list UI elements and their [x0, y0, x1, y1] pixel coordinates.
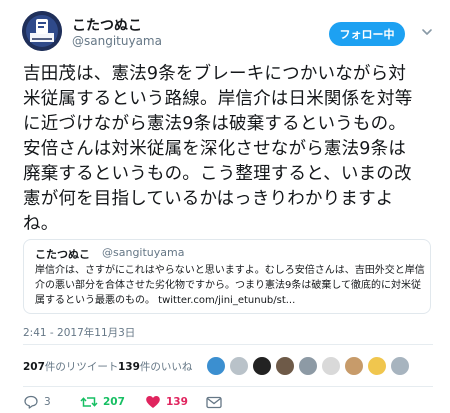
mail-icon	[205, 394, 223, 410]
direct-message-button[interactable]	[205, 393, 223, 411]
liker-avatar[interactable]	[252, 356, 272, 376]
reply-count: 3	[44, 396, 51, 408]
quoted-tweet[interactable]: こたつぬこ @sangituyama 岸信介は、さすがにこれはやらないと思います…	[23, 239, 431, 314]
retweet-stat[interactable]: 207件のリツイート	[23, 359, 118, 374]
liker-avatar[interactable]	[321, 356, 341, 376]
author-handle[interactable]: @sangituyama	[72, 34, 162, 48]
liker-avatar[interactable]	[344, 356, 364, 376]
retweet-icon	[80, 394, 98, 410]
tweet-actions: 3 207 139	[23, 393, 433, 411]
quoted-author-handle: @sangituyama	[102, 246, 185, 259]
divider	[23, 386, 433, 387]
like-button[interactable]: 139	[145, 393, 188, 411]
liker-avatars	[206, 354, 436, 378]
liker-avatar[interactable]	[390, 356, 410, 376]
liker-avatar[interactable]	[229, 356, 249, 376]
divider	[23, 344, 433, 345]
retweet-count: 207	[103, 396, 125, 408]
quoted-author-name: こたつぬこ	[35, 248, 90, 261]
reply-icon	[23, 394, 39, 410]
heart-icon	[145, 394, 161, 410]
retweet-button[interactable]: 207	[80, 393, 125, 411]
liker-avatar[interactable]	[367, 356, 387, 376]
liker-avatar[interactable]	[275, 356, 295, 376]
author-name[interactable]: こたつぬこ	[72, 15, 142, 35]
liker-avatar[interactable]	[298, 356, 318, 376]
quoted-text: 岸信介は、さすがにこれはやらないと思いますよ。むしろ安倍さんは、吉田外交と岸信介…	[35, 265, 425, 306]
tweet-header: こたつぬこ @sangituyama フォロー中	[0, 0, 450, 56]
avatar[interactable]	[22, 11, 62, 51]
like-stat-count: 139	[118, 361, 140, 373]
retweet-stat-count: 207	[23, 361, 45, 373]
like-count: 139	[166, 396, 188, 408]
like-stat-label: 件のいいね	[139, 361, 193, 373]
reply-button[interactable]: 3	[23, 393, 51, 411]
following-button[interactable]: フォロー中	[329, 22, 405, 46]
retweet-stat-label: 件のリツイート	[44, 361, 119, 373]
timestamp[interactable]: 2:41 - 2017年11月3日	[23, 325, 135, 340]
liker-avatar[interactable]	[206, 356, 226, 376]
tweet-text: 吉田茂は、憲法9条をブレーキにつかいながら対米従属するという路線。岸信介は日米関…	[23, 64, 413, 234]
like-stat[interactable]: 139件のいいね	[118, 359, 192, 374]
chevron-down-icon[interactable]	[420, 24, 434, 38]
